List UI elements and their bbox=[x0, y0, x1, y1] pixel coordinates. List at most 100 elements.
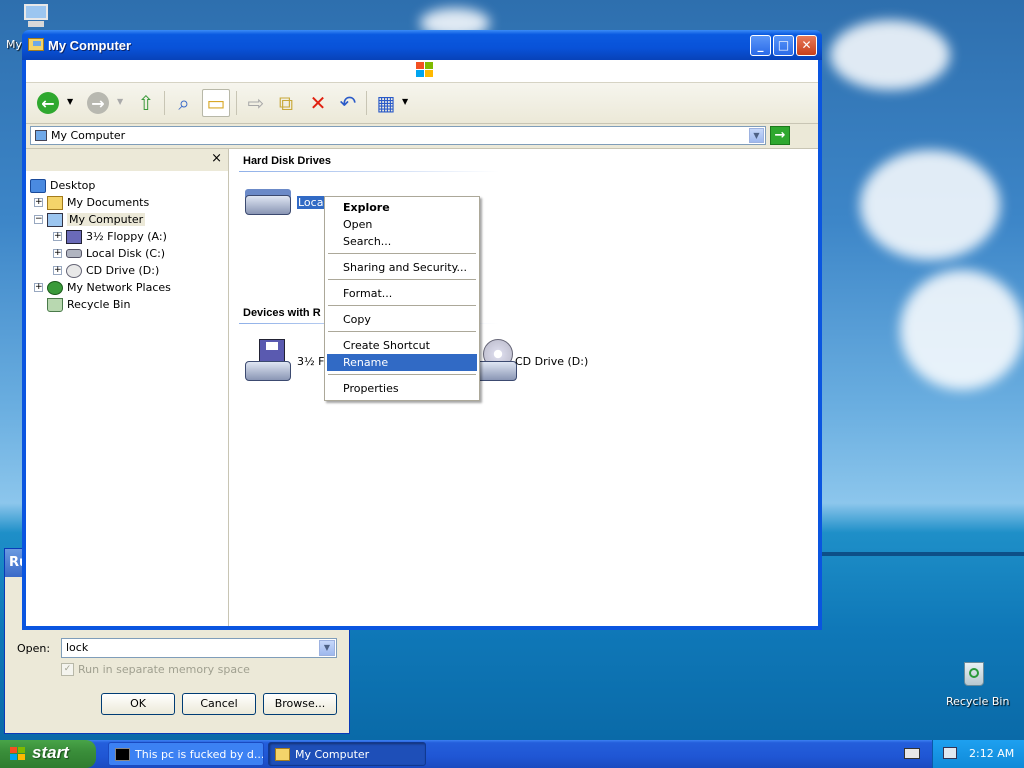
windows-logo-icon bbox=[416, 62, 434, 78]
expand-icon[interactable]: + bbox=[34, 198, 43, 207]
tree-item-my-computer[interactable]: − My Computer bbox=[34, 211, 146, 228]
folders-pane-header: × bbox=[26, 149, 228, 171]
menu-item-properties[interactable]: Properties bbox=[327, 380, 477, 397]
go-button[interactable]: → bbox=[770, 126, 790, 145]
folders-pane-close-icon[interactable]: × bbox=[211, 151, 222, 166]
expand-icon[interactable]: + bbox=[34, 283, 43, 292]
run-cancel-button[interactable]: Cancel bbox=[182, 693, 256, 715]
windows-flag-icon bbox=[10, 747, 26, 761]
folder-icon bbox=[28, 38, 44, 51]
toolbar-separator bbox=[236, 91, 237, 115]
close-button[interactable]: ✕ bbox=[796, 35, 817, 56]
desktop-recycle-bin-label[interactable]: Recycle Bin bbox=[946, 695, 1009, 708]
horizon bbox=[820, 552, 1024, 556]
tree-item-floppy[interactable]: + 3½ Floppy (A:) bbox=[53, 228, 167, 245]
expand-icon[interactable]: + bbox=[53, 249, 62, 258]
toolbar: ← ▼ → ▼ ⇧ ⌕ ▭ ⇨ ⧉ ✕ ↶ ▦ ▼ bbox=[26, 83, 818, 124]
tree-item-label: Desktop bbox=[50, 179, 96, 192]
address-input[interactable]: My Computer ▼ bbox=[30, 126, 766, 145]
floppy-label[interactable]: 3½ F bbox=[297, 355, 324, 368]
forward-button[interactable]: → bbox=[84, 89, 112, 117]
tree-item-network-places[interactable]: + My Network Places bbox=[34, 279, 171, 296]
toolbar-separator bbox=[366, 91, 367, 115]
views-dropdown-icon[interactable]: ▼ bbox=[402, 97, 408, 106]
taskbar-item-my-computer[interactable]: My Computer bbox=[268, 742, 426, 766]
system-tray: 2:12 AM bbox=[932, 740, 1024, 768]
address-dropdown-button[interactable]: ▼ bbox=[749, 128, 764, 143]
menu-item-rename[interactable]: Rename bbox=[327, 354, 477, 371]
tree-item-cd-drive[interactable]: + CD Drive (D:) bbox=[53, 262, 159, 279]
desktop-my-computer-label[interactable]: My bbox=[6, 38, 22, 51]
group-title-hard-disk-drives: Hard Disk Drives bbox=[243, 155, 332, 167]
menu-item-copy[interactable]: Copy bbox=[327, 311, 477, 328]
menu-separator bbox=[328, 253, 476, 254]
forward-arrow-icon: → bbox=[87, 92, 109, 114]
tree-item-label: Local Disk (C:) bbox=[86, 247, 166, 260]
collapse-icon[interactable]: − bbox=[34, 215, 43, 224]
desktop-recycle-bin-icon[interactable] bbox=[960, 656, 988, 688]
views-button[interactable]: ▦ bbox=[372, 89, 400, 117]
run-ok-button[interactable]: OK bbox=[101, 693, 175, 715]
run-browse-button[interactable]: Browse... bbox=[263, 693, 337, 715]
group-divider bbox=[239, 171, 499, 172]
search-button[interactable]: ⌕ bbox=[170, 89, 198, 117]
back-button[interactable]: ← bbox=[34, 89, 62, 117]
checkbox-check-icon: ✓ bbox=[61, 663, 74, 676]
address-value: My Computer bbox=[51, 129, 126, 142]
menu-item-open[interactable]: Open bbox=[327, 216, 477, 233]
menu-item-sharing-security[interactable]: Sharing and Security... bbox=[327, 259, 477, 276]
tree-item-label: CD Drive (D:) bbox=[86, 264, 160, 277]
undo-icon: ↶ bbox=[339, 91, 357, 115]
delete-button[interactable]: ✕ bbox=[304, 89, 332, 117]
tree-item-desktop[interactable]: Desktop bbox=[30, 177, 95, 194]
folder-icon bbox=[275, 748, 290, 761]
tree-item-my-documents[interactable]: + My Documents bbox=[34, 194, 149, 211]
menu-item-search[interactable]: Search... bbox=[327, 233, 477, 250]
views-grid-icon: ▦ bbox=[376, 91, 396, 115]
run-separate-memory-checkbox[interactable]: ✓ Run in separate memory space bbox=[61, 663, 250, 676]
menu-item-format[interactable]: Format... bbox=[327, 285, 477, 302]
up-folder-icon: ⇧ bbox=[137, 91, 155, 115]
hard-disk-body bbox=[245, 195, 291, 215]
folders-button[interactable]: ▭ bbox=[202, 89, 230, 117]
clock[interactable]: 2:12 AM bbox=[969, 747, 1014, 760]
move-to-button[interactable]: ⇨ bbox=[242, 89, 270, 117]
my-computer-icon bbox=[47, 212, 63, 227]
expand-icon[interactable]: + bbox=[53, 232, 62, 241]
undo-button[interactable]: ↶ bbox=[334, 89, 362, 117]
run-open-input[interactable]: lock ▼ bbox=[61, 638, 337, 658]
run-open-dropdown-button[interactable]: ▼ bbox=[319, 640, 335, 656]
taskbar-item-label: My Computer bbox=[295, 748, 370, 761]
start-button[interactable]: start bbox=[0, 740, 96, 768]
local-disk-item[interactable] bbox=[245, 185, 295, 217]
network-tray-icon[interactable] bbox=[943, 747, 957, 759]
menu-separator bbox=[328, 331, 476, 332]
forward-dropdown-icon[interactable]: ▼ bbox=[117, 97, 123, 106]
window-titlebar[interactable]: My Computer _ □ ✕ bbox=[22, 30, 822, 60]
menu-item-create-shortcut[interactable]: Create Shortcut bbox=[327, 337, 477, 354]
back-dropdown-icon[interactable]: ▼ bbox=[67, 97, 73, 106]
cd-drive-label[interactable]: CD Drive (D:) bbox=[515, 355, 588, 368]
up-folder-button[interactable]: ⇧ bbox=[132, 89, 160, 117]
tree-item-local-disk[interactable]: + Local Disk (C:) bbox=[53, 245, 165, 262]
maximize-button[interactable]: □ bbox=[773, 35, 794, 56]
network-places-icon bbox=[47, 280, 63, 295]
hard-disk-icon bbox=[66, 249, 82, 258]
minimize-button[interactable]: _ bbox=[750, 35, 771, 56]
taskbar-item-cmd[interactable]: This pc is fucked by d... bbox=[108, 742, 264, 766]
menu-separator bbox=[328, 279, 476, 280]
desktop-my-computer-icon[interactable] bbox=[22, 4, 50, 28]
cd-drive-icon bbox=[66, 263, 82, 278]
expand-icon[interactable]: + bbox=[53, 266, 62, 275]
keyboard-icon[interactable] bbox=[904, 748, 920, 759]
start-label: start bbox=[32, 743, 69, 762]
taskbar: start This pc is fucked by d... My Compu… bbox=[0, 740, 1024, 768]
taskbar-item-label: This pc is fucked by d... bbox=[135, 748, 264, 761]
tree-item-recycle-bin[interactable]: Recycle Bin bbox=[47, 296, 130, 313]
floppy-item[interactable] bbox=[245, 339, 295, 387]
menu-separator bbox=[328, 305, 476, 306]
group-title-removable-devices: Devices with R bbox=[243, 307, 321, 319]
menu-item-explore[interactable]: Explore bbox=[327, 199, 477, 216]
local-disk-label[interactable]: Local bbox=[297, 196, 328, 209]
copy-to-button[interactable]: ⧉ bbox=[272, 89, 300, 117]
